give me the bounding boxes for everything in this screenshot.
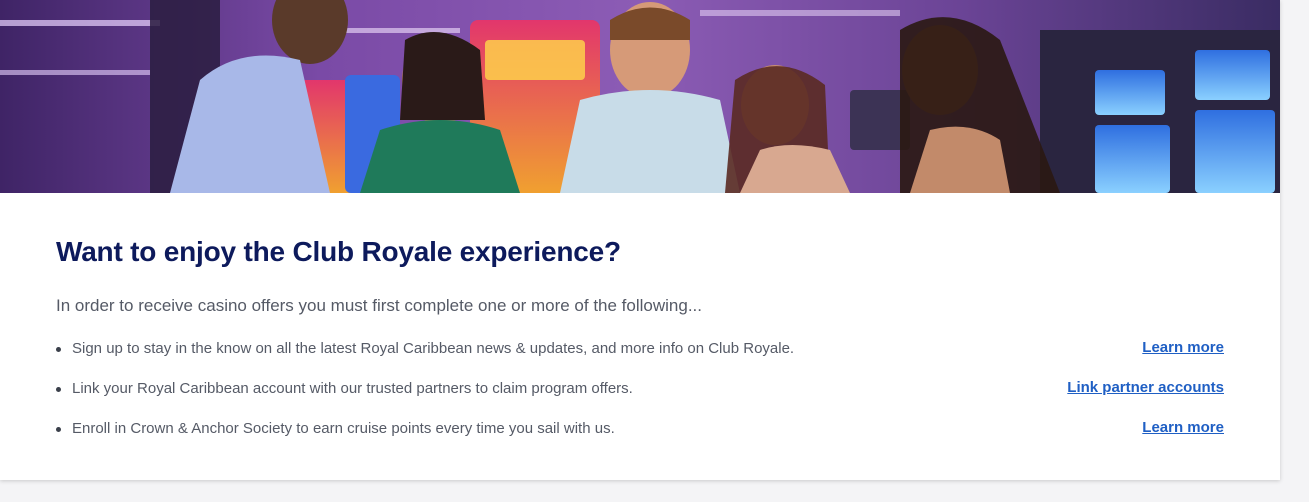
list-item: Sign up to stay in the know on all the l… bbox=[56, 339, 1224, 380]
club-royale-card: Want to enjoy the Club Royale experience… bbox=[0, 0, 1280, 480]
list-item-text: Sign up to stay in the know on all the l… bbox=[72, 340, 795, 357]
list-item-text: Enroll in Crown & Anchor Society to earn… bbox=[72, 420, 615, 437]
list-item: Link your Royal Caribbean account with o… bbox=[56, 379, 1224, 420]
bullet-icon bbox=[56, 427, 61, 432]
bullet-icon bbox=[56, 347, 61, 352]
learn-more-link[interactable]: Learn more bbox=[1142, 339, 1224, 356]
link-partner-accounts-link[interactable]: Link partner accounts bbox=[1067, 379, 1224, 396]
list-item-text: Link your Royal Caribbean account with o… bbox=[72, 380, 633, 397]
hero-image bbox=[0, 0, 1280, 193]
requirements-list: Sign up to stay in the know on all the l… bbox=[56, 339, 1224, 460]
intro-text: In order to receive casino offers you mu… bbox=[56, 296, 702, 315]
hero-photo-illustration bbox=[0, 0, 1280, 193]
bullet-icon bbox=[56, 387, 61, 392]
list-item: Enroll in Crown & Anchor Society to earn… bbox=[56, 419, 1224, 460]
learn-more-link[interactable]: Learn more bbox=[1142, 419, 1224, 436]
page-title: Want to enjoy the Club Royale experience… bbox=[56, 236, 621, 267]
